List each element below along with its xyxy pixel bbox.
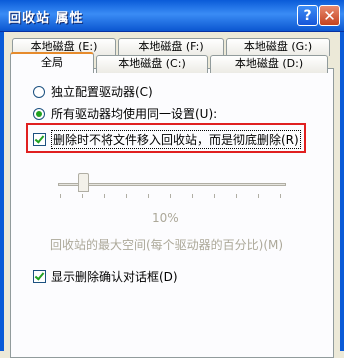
checkbox-label: 删除时不将文件移入回收站，而是彻底删除(R) xyxy=(51,130,301,149)
slider-tick xyxy=(214,194,215,198)
radio-label: 独立配置驱动器(C) xyxy=(51,85,153,99)
radio-button[interactable] xyxy=(33,107,45,120)
tab-drive-f[interactable]: 本地磁盘 (F:) xyxy=(118,38,224,56)
checkbox-delete-immediately[interactable]: 删除时不将文件移入回收站，而是彻底删除(R) xyxy=(33,130,301,149)
radio-independent-config[interactable]: 独立配置驱动器(C) xyxy=(33,83,153,100)
tab-label: 本地磁盘 (D:) xyxy=(234,57,304,70)
slider-tick xyxy=(126,194,127,198)
close-icon: ✕ xyxy=(323,6,336,25)
slider-tick xyxy=(280,194,281,198)
radio-button[interactable] xyxy=(33,85,45,98)
slider-value: 10% xyxy=(152,211,179,225)
slider-tick xyxy=(258,194,259,198)
tab-label: 本地磁盘 (C:) xyxy=(118,57,186,70)
radio-global-setting[interactable]: 所有驱动器均使用同一设置(U): xyxy=(33,105,217,122)
help-icon: ? xyxy=(303,7,312,24)
checkbox[interactable] xyxy=(33,133,46,146)
slider-caption-text: 回收站的最大空间(每个驱动器的百分比)(M) xyxy=(50,238,284,252)
slider-tick xyxy=(236,194,237,198)
window-frame-left xyxy=(0,32,4,351)
slider-tick xyxy=(170,194,171,198)
close-button[interactable]: ✕ xyxy=(319,5,340,26)
tab-drive-c[interactable]: 本地磁盘 (C:) xyxy=(96,55,208,73)
slider-tick xyxy=(192,194,193,198)
radio-label: 所有驱动器均使用同一设置(U): xyxy=(51,107,218,121)
slider-caption: 回收站的最大空间(每个驱动器的百分比)(M) xyxy=(50,236,283,253)
slider-tick xyxy=(104,194,105,198)
slider-tick xyxy=(60,194,61,198)
tab-drive-g[interactable]: 本地磁盘 (G:) xyxy=(226,38,330,56)
help-button[interactable]: ? xyxy=(297,5,318,26)
slider-percentage: 10% xyxy=(152,211,179,225)
checkbox[interactable] xyxy=(33,270,46,283)
tab-label: 本地磁盘 (F:) xyxy=(138,40,204,53)
checkbox-show-confirm-dialog[interactable]: 显示删除确认对话框(D) xyxy=(33,268,178,285)
tab-global[interactable]: 全局 xyxy=(10,52,94,73)
title-bar[interactable]: 回收站 属性 ? ✕ xyxy=(0,0,344,32)
tab-drive-d[interactable]: 本地磁盘 (D:) xyxy=(210,55,328,73)
tab-label: 全局 xyxy=(41,56,63,69)
slider-tick xyxy=(82,194,83,198)
tab-label: 本地磁盘 (G:) xyxy=(243,40,313,53)
slider-tick xyxy=(148,194,149,198)
max-space-slider-track[interactable] xyxy=(58,183,286,186)
window-frame-right xyxy=(340,32,344,351)
checkbox-label: 显示删除确认对话框(D) xyxy=(51,270,178,284)
recycle-bin-properties-window: 回收站 属性 ? ✕ 本地磁盘 (E:) 本地磁盘 (F:) 本地磁盘 (G:)… xyxy=(0,0,344,358)
window-title: 回收站 属性 xyxy=(8,11,84,26)
max-space-slider-thumb[interactable] xyxy=(78,173,89,192)
